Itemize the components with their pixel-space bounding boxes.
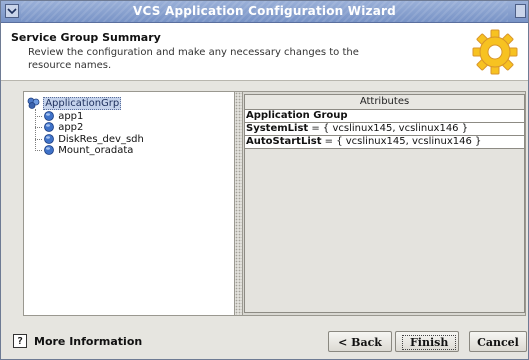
more-information-label: More Information	[34, 334, 143, 348]
title-bar[interactable]: VCS Application Configuration Wizard	[1, 1, 528, 23]
tree-item-label: ApplicationGrp	[43, 97, 122, 110]
window-title: VCS Application Configuration Wizard	[133, 4, 396, 18]
wizard-header: Service Group Summary Review the configu…	[1, 23, 528, 81]
page-title: Service Group Summary	[11, 31, 161, 44]
attribute-value: = { vcslinux145, vcslinux146 }	[321, 136, 482, 147]
resource-icon	[44, 145, 54, 155]
tree-connector	[35, 127, 42, 128]
attribute-row-application-group[interactable]: Application Group	[245, 110, 524, 123]
summary-panel: ApplicationGrp app1 app2 DiskRes_dev_sdh…	[23, 91, 526, 316]
attribute-label: SystemList	[246, 123, 309, 134]
more-information-link[interactable]: ? More Information	[13, 331, 142, 351]
help-glyph: ?	[16, 335, 24, 347]
attribute-label: Application Group	[246, 110, 348, 121]
wizard-footer: ? More Information < Back Finish Cancel	[1, 323, 528, 359]
resource-icon	[44, 122, 54, 132]
tree-item-mount-oradata[interactable]: Mount_oradata	[43, 144, 133, 157]
window-close-button[interactable]	[515, 4, 526, 18]
panel-splitter[interactable]	[235, 92, 243, 315]
tree-connector	[35, 139, 42, 140]
wizard-window: VCS Application Configuration Wizard Ser…	[0, 0, 529, 360]
service-group-icon	[27, 97, 40, 109]
tree-connector	[35, 116, 42, 117]
attribute-label: AutoStartList	[246, 136, 322, 147]
back-button[interactable]: < Back	[328, 331, 392, 352]
gear-icon	[472, 29, 518, 75]
attributes-table: Attributes Application Group SystemList …	[244, 94, 525, 313]
attribute-value: = { vcslinux145, vcslinux146 }	[308, 123, 469, 134]
finish-label: Finish	[402, 335, 457, 350]
resource-tree[interactable]: ApplicationGrp app1 app2 DiskRes_dev_sdh…	[24, 92, 235, 315]
attribute-row-autostartlist[interactable]: AutoStartList = { vcslinux145, vcslinux1…	[245, 136, 524, 149]
tree-item-label: Mount_oradata	[58, 145, 134, 156]
finish-button[interactable]: Finish	[395, 331, 459, 352]
cancel-button[interactable]: Cancel	[469, 331, 527, 352]
tree-connector	[35, 150, 42, 151]
help-icon: ?	[13, 334, 27, 348]
attributes-header: Attributes	[245, 95, 524, 110]
attribute-row-systemlist[interactable]: SystemList = { vcslinux145, vcslinux146 …	[245, 123, 524, 136]
page-description: Review the configuration and make any ne…	[28, 47, 359, 71]
tree-item-label: app2	[58, 122, 84, 133]
tree-item-applicationgrp[interactable]: ApplicationGrp	[27, 97, 122, 110]
